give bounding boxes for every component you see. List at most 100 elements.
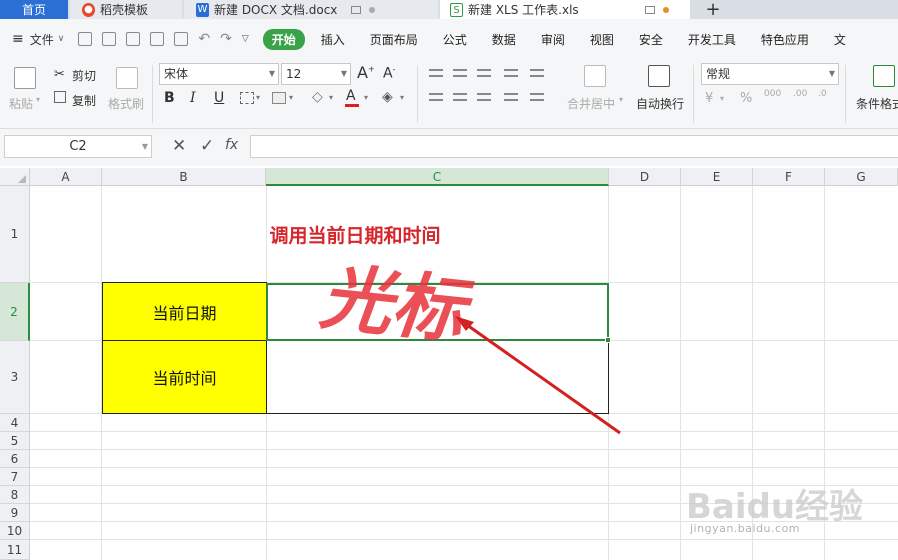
conditional-format-button[interactable]: 条件格式 <box>856 95 898 112</box>
insert-function-fx-icon[interactable]: fx <box>225 137 238 153</box>
row-header-11[interactable]: 11 <box>0 540 30 560</box>
row-header-10[interactable]: 10 <box>0 522 30 540</box>
align-center-icon[interactable] <box>453 93 467 101</box>
row-header-5[interactable]: 5 <box>0 432 30 450</box>
cell-b3[interactable]: 当前时间 <box>102 340 267 414</box>
conditional-format-icon[interactable] <box>873 65 895 87</box>
row-header-3[interactable]: 3 <box>0 341 30 414</box>
align-left-icon[interactable] <box>429 93 443 101</box>
menu-insert[interactable]: 插入 <box>321 31 345 48</box>
currency-dropdown-icon[interactable]: ▾ <box>720 94 724 103</box>
quick-access-more-icon[interactable]: ▽ <box>242 34 249 44</box>
thousands-separator-icon[interactable]: 000 <box>764 89 781 99</box>
column-header-f[interactable]: F <box>753 168 825 186</box>
wrap-text-icon[interactable] <box>648 65 670 87</box>
file-dropdown-chevron-icon[interactable]: ∨ <box>58 34 65 44</box>
spreadsheet-grid[interactable]: A B C D E F G 1 2 3 4 5 6 7 8 9 10 11 调用… <box>0 168 898 560</box>
align-middle-icon[interactable] <box>453 69 467 77</box>
column-header-d[interactable]: D <box>609 168 681 186</box>
merge-center-button[interactable]: 合并居中 <box>567 95 615 112</box>
number-format-select[interactable]: 常规 ▼ <box>701 63 839 85</box>
select-all-corner[interactable] <box>0 168 30 186</box>
cell-c2-selected[interactable] <box>266 283 611 343</box>
row-header-8[interactable]: 8 <box>0 486 30 504</box>
menu-formulas[interactable]: 公式 <box>443 31 467 48</box>
cell-style-icon[interactable] <box>272 92 286 104</box>
column-header-g[interactable]: G <box>825 168 898 186</box>
undo-icon[interactable]: ↶ <box>198 31 210 47</box>
row-header-6[interactable]: 6 <box>0 450 30 468</box>
increase-font-icon[interactable]: A+ <box>357 63 375 82</box>
menu-data[interactable]: 数据 <box>492 31 516 48</box>
confirm-check-icon[interactable]: ✓ <box>200 136 214 156</box>
font-name-select[interactable]: 宋体 ▼ <box>159 63 279 85</box>
column-header-e[interactable]: E <box>681 168 753 186</box>
increase-decimal-icon[interactable]: .00 <box>793 89 807 99</box>
format-icon[interactable] <box>126 32 141 46</box>
bold-icon[interactable]: B <box>164 90 175 106</box>
copy-button[interactable]: 复制 <box>72 92 96 109</box>
clear-eraser-icon[interactable]: ◈ <box>382 89 393 105</box>
clear-dropdown-icon[interactable]: ▾ <box>400 93 404 102</box>
name-box-chevron-icon[interactable]: ▼ <box>142 136 148 157</box>
align-top-icon[interactable] <box>429 69 443 77</box>
format-painter-icon[interactable] <box>116 67 138 89</box>
underline-icon[interactable]: U <box>214 90 224 106</box>
redo-icon[interactable]: ↷ <box>220 31 232 47</box>
menu-truncated[interactable]: 文 <box>834 31 846 48</box>
align-bottom-icon[interactable] <box>477 69 491 77</box>
paste-dropdown-icon[interactable]: ▾ <box>36 95 40 104</box>
paste-button[interactable]: 粘贴 <box>9 95 33 112</box>
menu-special-apps[interactable]: 特色应用 <box>761 31 809 48</box>
font-color-dropdown-icon[interactable]: ▾ <box>364 93 368 102</box>
cancel-x-icon[interactable]: ✕ <box>172 136 186 156</box>
tab-home[interactable]: 首页 <box>0 0 68 19</box>
menu-view[interactable]: 视图 <box>590 31 614 48</box>
row-header-9[interactable]: 9 <box>0 504 30 522</box>
scissors-icon[interactable]: ✂ <box>54 67 65 82</box>
menu-page-layout[interactable]: 页面布局 <box>370 31 418 48</box>
fill-handle[interactable] <box>605 337 611 343</box>
copy-icon[interactable] <box>54 91 66 103</box>
formula-input[interactable] <box>250 135 898 158</box>
column-header-c[interactable]: C <box>266 168 609 186</box>
paste-icon[interactable] <box>14 67 36 89</box>
row-header-4[interactable]: 4 <box>0 414 30 432</box>
open-folder-icon[interactable] <box>78 32 93 46</box>
border-dropdown-icon[interactable]: ▾ <box>256 93 260 102</box>
tab-docx-document[interactable]: W 新建 DOCX 文档.docx <box>184 0 438 19</box>
currency-icon[interactable]: ¥ <box>705 91 713 106</box>
cut-button[interactable]: 剪切 <box>72 67 96 84</box>
tab-docer-templates[interactable]: ● 稻壳模板 <box>70 0 182 19</box>
font-color-icon[interactable]: A <box>346 88 356 104</box>
fill-color-icon[interactable]: ◇ <box>312 89 323 105</box>
fill-color-dropdown-icon[interactable]: ▾ <box>329 93 333 102</box>
tab-xls-sheet[interactable]: S 新建 XLS 工作表.xls <box>440 0 690 19</box>
distributed-icon[interactable] <box>530 93 544 101</box>
merge-center-icon[interactable] <box>584 65 606 87</box>
column-header-a[interactable]: A <box>30 168 102 186</box>
percent-icon[interactable]: % <box>740 91 752 106</box>
menu-developer[interactable]: 开发工具 <box>688 31 736 48</box>
italic-icon[interactable]: I <box>190 90 196 106</box>
menu-review[interactable]: 审阅 <box>541 31 565 48</box>
cell-c3[interactable] <box>266 341 609 414</box>
increase-indent-icon[interactable] <box>530 69 544 77</box>
save-icon[interactable] <box>102 32 117 46</box>
align-right-icon[interactable] <box>477 93 491 101</box>
font-size-select[interactable]: 12 ▼ <box>281 63 351 85</box>
border-icon[interactable] <box>240 92 254 104</box>
decrease-indent-icon[interactable] <box>504 69 518 77</box>
merge-dropdown-icon[interactable]: ▾ <box>619 95 623 104</box>
hamburger-menu-icon[interactable]: ≡ <box>12 31 24 47</box>
new-tab-plus-icon[interactable]: + <box>700 0 726 20</box>
wrap-text-button[interactable]: 自动换行 <box>636 95 684 112</box>
print-icon[interactable] <box>150 32 165 46</box>
cell-style-dropdown-icon[interactable]: ▾ <box>289 93 293 102</box>
monitor-icon[interactable] <box>351 5 362 14</box>
justify-icon[interactable] <box>504 93 518 101</box>
decrease-font-icon[interactable]: A- <box>383 65 395 82</box>
print-preview-icon[interactable] <box>174 32 189 46</box>
format-painter-button[interactable]: 格式刷 <box>108 95 144 112</box>
row-header-2[interactable]: 2 <box>0 283 30 341</box>
